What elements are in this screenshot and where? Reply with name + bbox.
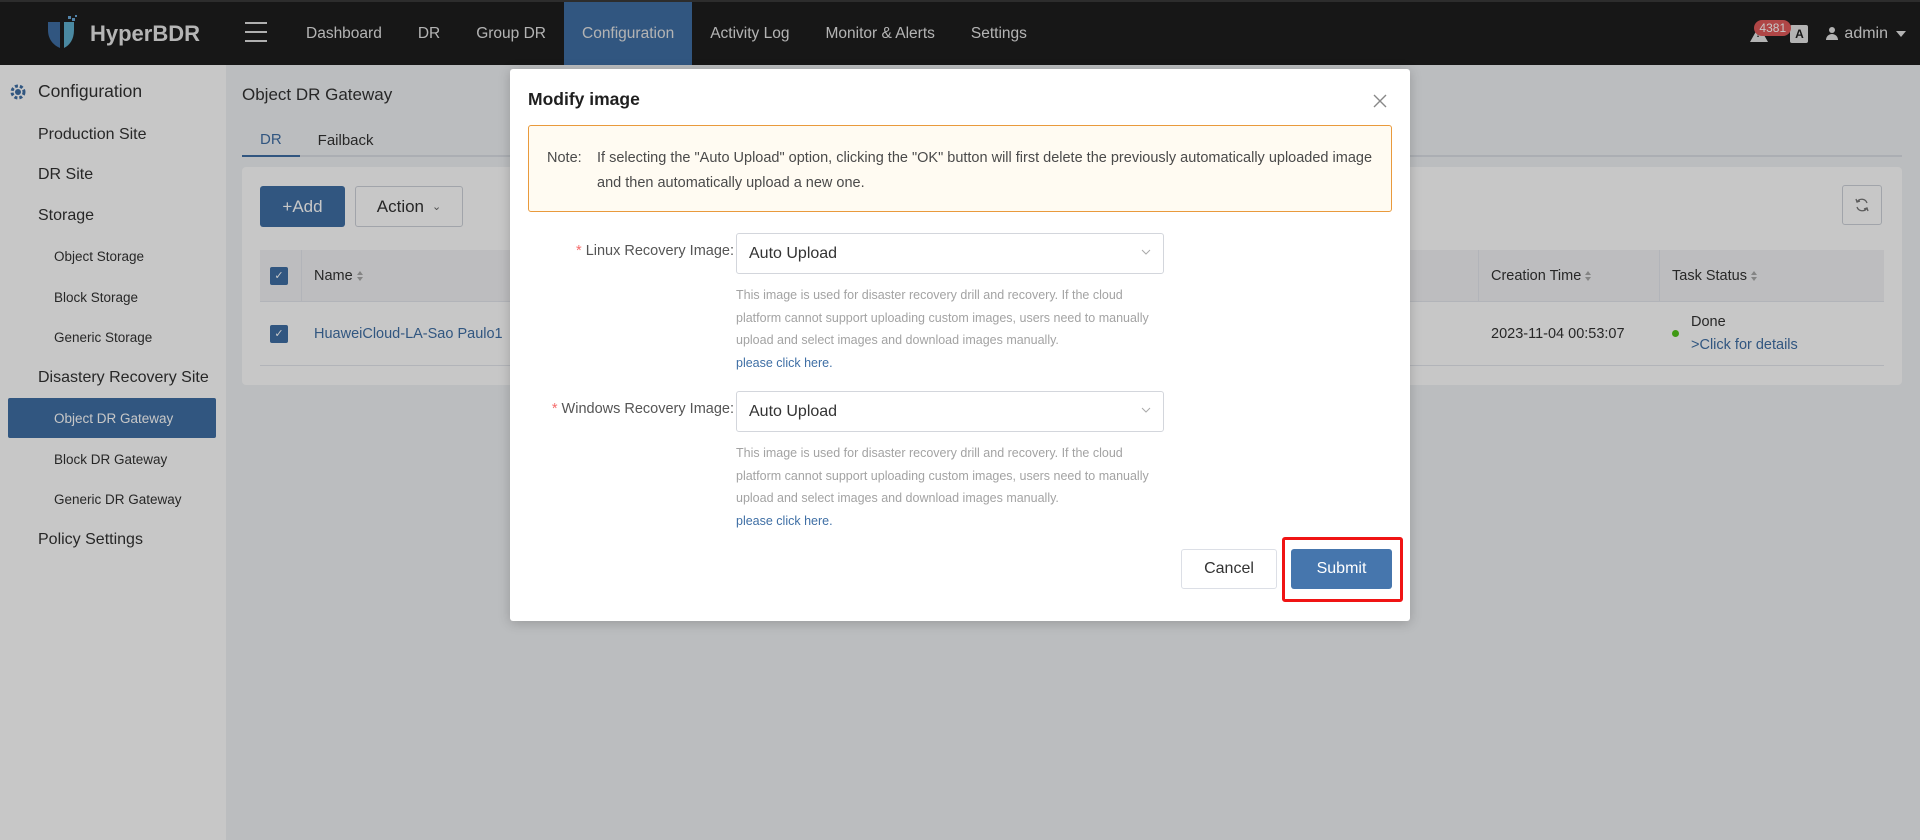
linux-help-link[interactable]: please click here. xyxy=(736,356,833,370)
note-text: If selecting the "Auto Upload" option, c… xyxy=(597,150,1373,191)
submit-button[interactable]: Submit xyxy=(1291,549,1392,589)
note-label: Note: xyxy=(547,150,582,166)
windows-help-link[interactable]: please click here. xyxy=(736,514,833,528)
modify-image-dialog: Modify image Note: If selecting the "Aut… xyxy=(510,69,1410,621)
dialog-title: Modify image xyxy=(528,89,640,109)
linux-image-label: * Linux Recovery Image: xyxy=(576,243,734,259)
close-icon[interactable] xyxy=(1372,93,1388,109)
linux-image-select[interactable]: Auto Upload xyxy=(736,233,1164,274)
windows-image-label: * Windows Recovery Image: xyxy=(551,401,734,417)
chevron-down-icon xyxy=(1141,249,1151,255)
windows-image-help: This image is used for disaster recovery… xyxy=(736,446,1149,528)
windows-image-select[interactable]: Auto Upload xyxy=(736,391,1164,432)
chevron-down-icon xyxy=(1141,407,1151,413)
cancel-button[interactable]: Cancel xyxy=(1181,549,1277,589)
linux-image-help: This image is used for disaster recovery… xyxy=(736,288,1149,370)
note-box: Note: If selecting the "Auto Upload" opt… xyxy=(528,125,1392,212)
